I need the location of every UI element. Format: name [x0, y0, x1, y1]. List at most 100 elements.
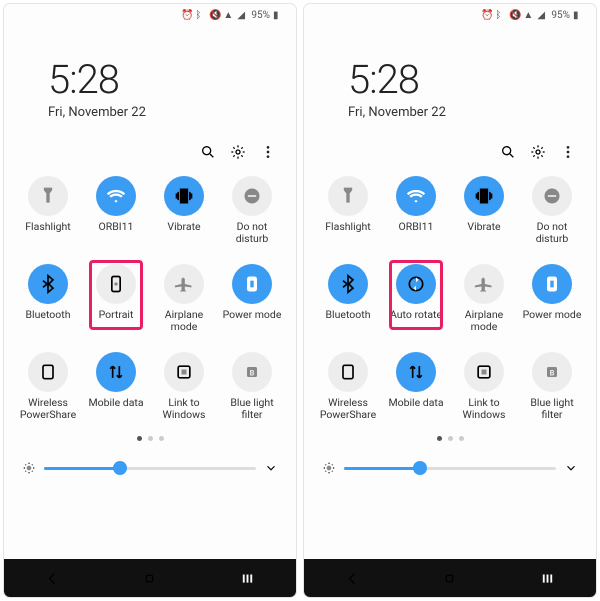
status-bar: ⏰ ᛒ 🔇 ▲ ◢ 95% ▮: [304, 4, 596, 26]
wifi-toggle[interactable]: [396, 176, 436, 216]
flashlight-icon: [338, 186, 358, 206]
wifi-status-icon: ▲: [223, 10, 234, 21]
tile-bluelight: Blue light filter: [218, 352, 286, 434]
date: Fri, November 22: [48, 105, 296, 120]
back-button[interactable]: [45, 571, 60, 586]
panel-utils: [304, 126, 596, 170]
tile-bluelight: Blue light filter: [518, 352, 586, 434]
mobiledata-toggle[interactable]: [396, 352, 436, 392]
bluetooth-status-icon: ᛒ: [495, 10, 506, 21]
tile-label: Bluetooth: [26, 309, 71, 321]
brightness-row: [304, 441, 596, 475]
tile-label: Flashlight: [25, 221, 71, 233]
tile-label: Auto rotate: [390, 309, 442, 321]
bluetooth-icon: [38, 274, 58, 294]
more-icon[interactable]: [260, 144, 276, 160]
time: 5:28: [48, 56, 296, 103]
flashlight-toggle[interactable]: [328, 176, 368, 216]
bluelight-icon: [242, 362, 262, 382]
mobiledata-icon: [106, 362, 126, 382]
battery-icon: ▮: [273, 10, 284, 21]
tile-wifi: ORBI11: [382, 176, 450, 258]
tile-label: Link to Windows: [153, 397, 215, 421]
search-icon[interactable]: [500, 144, 516, 160]
tile-power: Power mode: [518, 264, 586, 346]
mobiledata-toggle[interactable]: [96, 352, 136, 392]
tile-link: Link to Windows: [450, 352, 518, 434]
bluelight-icon: [542, 362, 562, 382]
link-toggle[interactable]: [464, 352, 504, 392]
tile-label: Bluetooth: [326, 309, 371, 321]
search-icon[interactable]: [200, 144, 216, 160]
autorotate-toggle[interactable]: [396, 264, 436, 304]
power-toggle[interactable]: [232, 264, 272, 304]
quick-settings-grid: FlashlightORBI11VibrateDo not disturbBlu…: [4, 170, 296, 434]
tile-label: Flashlight: [325, 221, 371, 233]
bluetooth-toggle[interactable]: [328, 264, 368, 304]
gear-icon[interactable]: [530, 144, 546, 160]
clock-block: 5:28 Fri, November 22: [4, 26, 296, 126]
status-bar: ⏰ ᛒ 🔇 ▲ ◢ 95% ▮: [4, 4, 296, 26]
tile-label: Vibrate: [167, 221, 200, 233]
dnd-toggle[interactable]: [532, 176, 572, 216]
link-icon: [474, 362, 494, 382]
link-toggle[interactable]: [164, 352, 204, 392]
more-icon[interactable]: [560, 144, 576, 160]
tile-autorotate: Auto rotate: [382, 264, 450, 346]
wifi-icon: [406, 186, 426, 206]
tile-label: ORBI11: [399, 221, 434, 233]
tile-power: Power mode: [218, 264, 286, 346]
back-button[interactable]: [345, 571, 360, 586]
airplane-toggle[interactable]: [464, 264, 504, 304]
bluelight-toggle[interactable]: [532, 352, 572, 392]
power-toggle[interactable]: [532, 264, 572, 304]
tile-vibrate: Vibrate: [450, 176, 518, 258]
nav-bar: [4, 559, 296, 597]
tile-label: Mobile data: [88, 397, 143, 409]
powershare-icon: [338, 362, 358, 382]
bluetooth-status-icon: ᛒ: [195, 10, 206, 21]
tile-wifi: ORBI11: [82, 176, 150, 258]
home-button[interactable]: [442, 571, 457, 586]
dnd-toggle[interactable]: [232, 176, 272, 216]
recents-button[interactable]: [540, 571, 555, 586]
flashlight-toggle[interactable]: [28, 176, 68, 216]
powershare-toggle[interactable]: [328, 352, 368, 392]
tile-label: Blue light filter: [221, 397, 283, 421]
portrait-icon: [106, 274, 126, 294]
tile-bluetooth: Bluetooth: [314, 264, 382, 346]
wifi-toggle[interactable]: [96, 176, 136, 216]
link-icon: [174, 362, 194, 382]
bluelight-toggle[interactable]: [232, 352, 272, 392]
airplane-toggle[interactable]: [164, 264, 204, 304]
sun-icon: [22, 461, 36, 475]
phone-screen: ⏰ ᛒ 🔇 ▲ ◢ 95% ▮5:28 Fri, November 22 Fla…: [304, 4, 596, 597]
gear-icon[interactable]: [230, 144, 246, 160]
tile-label: ORBI11: [99, 221, 134, 233]
tile-mobiledata: Mobile data: [382, 352, 450, 434]
signal-icon: ◢: [537, 10, 548, 21]
chevron-down-icon[interactable]: [264, 461, 278, 475]
tile-label: Link to Windows: [453, 397, 515, 421]
chevron-down-icon[interactable]: [564, 461, 578, 475]
tile-dnd: Do not disturb: [518, 176, 586, 258]
tile-airplane: Airplane mode: [450, 264, 518, 346]
battery-pct: 95%: [251, 10, 270, 21]
date: Fri, November 22: [348, 105, 596, 120]
brightness-slider[interactable]: [44, 467, 256, 470]
panel-utils: [4, 126, 296, 170]
recents-button[interactable]: [240, 571, 255, 586]
brightness-slider[interactable]: [344, 467, 556, 470]
vibrate-toggle[interactable]: [164, 176, 204, 216]
slider-thumb[interactable]: [413, 461, 427, 475]
portrait-toggle[interactable]: [96, 264, 136, 304]
bluetooth-toggle[interactable]: [28, 264, 68, 304]
wifi-status-icon: ▲: [523, 10, 534, 21]
vibrate-toggle[interactable]: [464, 176, 504, 216]
tile-label: Do not disturb: [521, 221, 583, 245]
tile-label: Mobile data: [388, 397, 443, 409]
tile-flashlight: Flashlight: [314, 176, 382, 258]
powershare-toggle[interactable]: [28, 352, 68, 392]
slider-thumb[interactable]: [113, 461, 127, 475]
home-button[interactable]: [142, 571, 157, 586]
